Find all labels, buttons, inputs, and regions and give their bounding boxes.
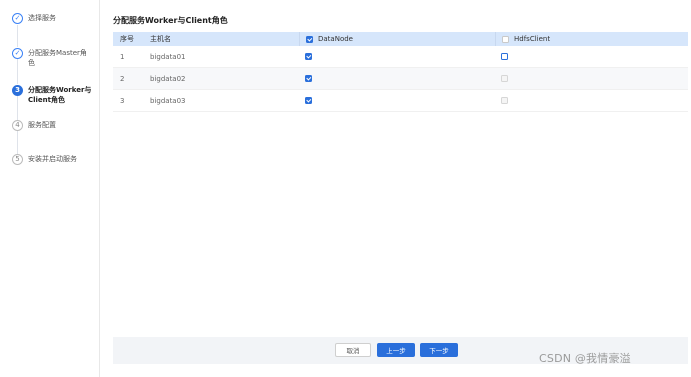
datanode-cell [299, 97, 495, 104]
column-header-hostname: 主机名 [150, 35, 171, 43]
step-assign-master[interactable]: ✓ 分配服务Master角 色 [12, 48, 98, 68]
hdfsclient-checkbox[interactable] [501, 53, 508, 60]
cancel-button[interactable]: 取消 [335, 343, 371, 357]
step-number-icon: 5 [12, 154, 23, 165]
step-select-service[interactable]: ✓ 选择服务 [12, 13, 98, 24]
hdfsclient-cell [495, 97, 688, 104]
row-hostname: bigdata03 [150, 96, 186, 105]
row-hostname: bigdata01 [150, 52, 186, 61]
role-assignment-table: 序号 主机名 DataNode HdfsClient 1 bigdata01 2… [113, 32, 688, 112]
page-title: 分配服务Worker与Client角色 [113, 16, 228, 25]
datanode-cell [299, 75, 495, 82]
step-sidebar: ✓ 选择服务 ✓ 分配服务Master角 色 3 分配服务Worker与 Cli… [0, 0, 100, 377]
step-label: 分配服务Worker与 Client角色 [28, 86, 92, 104]
prev-step-button[interactable]: 上一步 [377, 343, 415, 357]
column-header-label: DataNode [318, 35, 353, 43]
next-step-button[interactable]: 下一步 [420, 343, 458, 357]
datanode-cell [299, 53, 495, 60]
check-icon: ✓ [12, 13, 23, 24]
row-index: 1 [120, 52, 125, 61]
step-assign-worker-client[interactable]: 3 分配服务Worker与 Client角色 [12, 85, 98, 105]
step-label: 安装并启动服务 [28, 155, 77, 163]
hdfsclient-checkbox [501, 75, 508, 82]
datanode-checkbox[interactable] [305, 53, 312, 60]
step-install-start[interactable]: 5 安装并启动服务 [12, 154, 98, 165]
datanode-checkbox[interactable] [305, 97, 312, 104]
check-icon: ✓ [12, 48, 23, 59]
datanode-checkbox[interactable] [305, 75, 312, 82]
hdfsclient-cell [495, 53, 688, 60]
column-header-label: HdfsClient [514, 35, 551, 43]
row-index: 2 [120, 74, 125, 83]
step-label: 选择服务 [28, 14, 56, 22]
step-number-icon: 3 [12, 85, 23, 96]
hdfsclient-checkbox [501, 97, 508, 104]
hdfsclient-cell [495, 75, 688, 82]
row-index: 3 [120, 96, 125, 105]
step-number-icon: 4 [12, 120, 23, 131]
step-connector [17, 130, 18, 154]
step-label: 分配服务Master角 色 [28, 49, 87, 67]
column-header-index: 序号 [120, 35, 134, 43]
row-hostname: bigdata02 [150, 74, 186, 83]
table-row: 2 bigdata02 [113, 68, 688, 90]
column-header-datanode: DataNode [299, 32, 495, 46]
step-service-config[interactable]: 4 服务配置 [12, 120, 98, 131]
step-connector [17, 25, 18, 47]
step-label: 服务配置 [28, 121, 56, 129]
select-all-hdfsclient-checkbox[interactable] [502, 35, 509, 43]
table-header: 序号 主机名 DataNode HdfsClient [113, 32, 688, 46]
column-header-hdfsclient: HdfsClient [495, 32, 688, 46]
select-all-datanode-checkbox[interactable] [306, 35, 313, 43]
table-row: 1 bigdata01 [113, 46, 688, 68]
watermark: CSDN @我情豪溢 [539, 352, 631, 365]
table-row: 3 bigdata03 [113, 90, 688, 112]
